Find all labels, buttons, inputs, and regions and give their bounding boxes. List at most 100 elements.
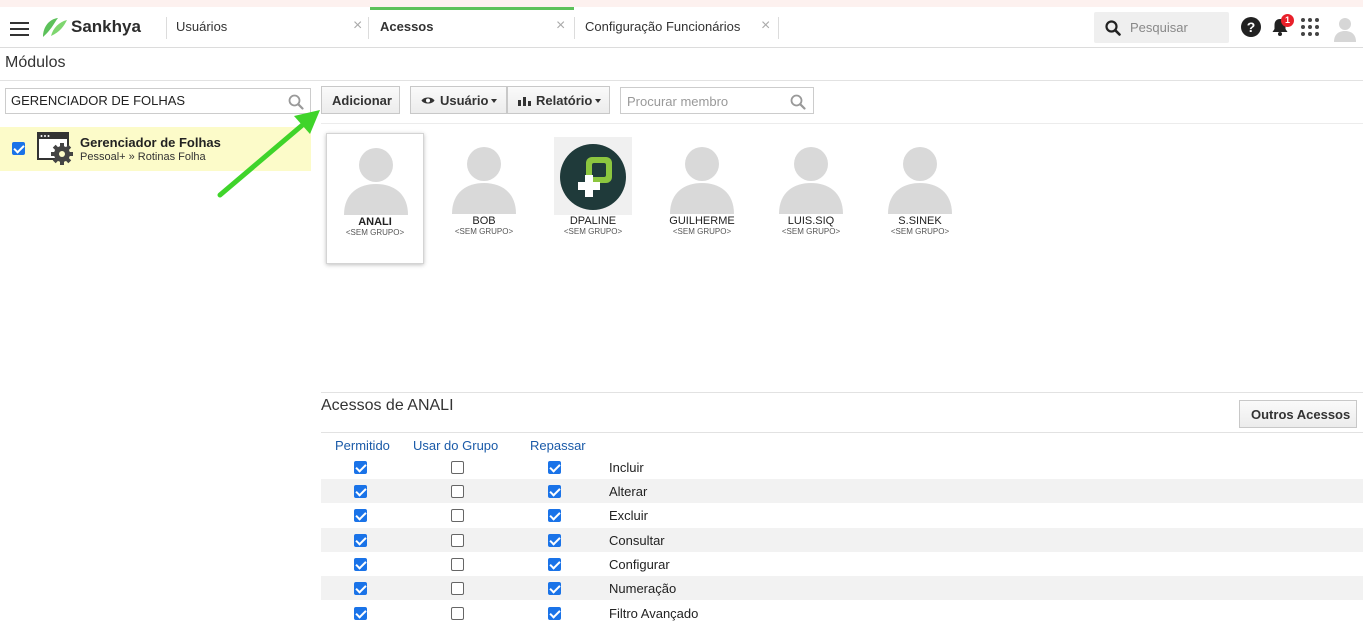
default-avatar-icon [670,147,734,214]
column-permitido: Permitido [335,438,390,453]
permitido-checkbox[interactable] [354,582,367,595]
notification-badge: 1 [1281,14,1294,27]
access-label: Incluir [609,460,644,475]
module-name: Gerenciador de Folhas [80,135,221,150]
user-avatar-icon[interactable] [1333,16,1357,42]
annotation-arrow [217,110,320,198]
member-group: <SEM GRUPO> [672,227,732,236]
permitido-checkbox[interactable] [354,534,367,547]
module-checkbox[interactable] [12,142,25,155]
other-access-button[interactable]: Outros Acessos [1239,400,1357,428]
close-icon[interactable]: × [353,17,362,35]
access-label: Configurar [609,557,670,572]
member-card[interactable]: S.SINEK <SEM GRUPO> [871,133,969,264]
add-button[interactable]: Adicionar [321,86,400,114]
divider [368,17,369,39]
permitido-checkbox[interactable] [354,607,367,620]
access-label: Alterar [609,484,648,499]
usar-do-grupo-checkbox[interactable] [451,509,464,522]
module-path: Pessoal+ » Rotinas Folha [80,151,206,163]
member-card[interactable]: ANALI <SEM GRUPO> [326,133,424,264]
repassar-checkbox[interactable] [548,534,561,547]
tab-label: Acessos [380,19,434,34]
chevron-down-icon [491,99,497,106]
other-access-label: Outros Acessos [1251,407,1351,422]
member-name: S.SINEK [898,215,942,227]
user-view-dropdown[interactable]: Usuário [410,86,507,114]
dpaline-logo-icon [560,144,626,210]
access-row: Alterar [321,479,1363,503]
tab-label: Usuários [176,19,228,34]
add-button-label: Adicionar [332,93,392,108]
repassar-checkbox[interactable] [548,607,561,620]
member-name: GUILHERME [669,215,735,227]
help-icon[interactable]: ? [1241,17,1261,37]
eye-icon [421,97,435,104]
member-name: BOB [472,215,496,227]
access-row: Excluir [321,503,1363,527]
access-label: Consultar [609,533,665,548]
top-strip [0,0,1363,7]
repassar-checkbox[interactable] [548,558,561,571]
report-dropdown[interactable]: Relatório [507,86,610,114]
usar-do-grupo-checkbox[interactable] [451,582,464,595]
access-row: Consultar [321,528,1363,552]
repassar-checkbox[interactable] [548,582,561,595]
tab-usuarios[interactable]: Usuários × [176,7,368,48]
member-card[interactable]: BOB <SEM GRUPO> [435,133,533,264]
member-name: DPALINE [569,215,617,227]
usar-do-grupo-checkbox[interactable] [451,558,464,571]
member-card[interactable]: DPALINE <SEM GRUPO> [544,133,642,264]
default-avatar-icon [779,147,843,214]
bar-chart-icon [518,97,531,106]
search-icon[interactable] [790,94,806,110]
search-placeholder: Pesquisar [1130,20,1188,35]
access-label: Excluir [609,508,649,523]
menu-icon[interactable] [10,20,30,36]
close-icon[interactable]: × [556,17,565,35]
access-label: Filtro Avançado [609,606,699,621]
divider [574,17,575,39]
usar-do-grupo-checkbox[interactable] [451,461,464,474]
member-name: ANALI [358,216,392,228]
usar-do-grupo-checkbox[interactable] [451,534,464,547]
permitido-checkbox[interactable] [354,509,367,522]
close-icon[interactable]: × [761,17,770,35]
brand-name[interactable]: Sankhya [71,17,141,37]
divider [778,17,779,39]
top-bar: Sankhya Usuários × Acessos × Configuraçã… [0,7,1363,48]
repassar-checkbox[interactable] [548,461,561,474]
member-search-input[interactable]: Procurar membro [620,87,814,114]
tab-label: Configuração Funcionários [585,19,741,34]
permitido-checkbox[interactable] [354,558,367,571]
divider [321,392,1363,393]
column-usar-do-grupo: Usar do Grupo [413,438,499,453]
access-row: Filtro Avançado [321,601,1363,625]
permitido-checkbox[interactable] [354,485,367,498]
report-dropdown-label: Relatório [536,93,593,108]
tab-acessos[interactable]: Acessos × [370,7,574,48]
global-search[interactable]: Pesquisar [1094,12,1229,43]
access-row: Numeração [321,576,1363,600]
apps-grid-icon[interactable] [1301,18,1319,36]
column-repassar: Repassar [530,438,586,453]
divider [0,80,1363,81]
sankhya-logo-icon [43,18,67,37]
usar-do-grupo-checkbox[interactable] [451,607,464,620]
repassar-checkbox[interactable] [548,509,561,522]
default-avatar-icon [344,148,408,215]
module-settings-icon [37,132,73,165]
modules-title: Módulos [5,54,66,71]
access-label: Numeração [609,581,677,596]
member-card[interactable]: LUIS.SIQ <SEM GRUPO> [762,133,860,264]
user-dropdown-label: Usuário [440,93,489,108]
permitido-checkbox[interactable] [354,461,367,474]
access-title: Acessos de ANALI [321,397,454,414]
member-group: <SEM GRUPO> [563,227,623,236]
usar-do-grupo-checkbox[interactable] [451,485,464,498]
member-card[interactable]: GUILHERME <SEM GRUPO> [653,133,751,264]
divider [166,17,167,39]
member-group: <SEM GRUPO> [890,227,950,236]
repassar-checkbox[interactable] [548,485,561,498]
tab-configuracao-funcionarios[interactable]: Configuração Funcionários × [585,7,779,48]
